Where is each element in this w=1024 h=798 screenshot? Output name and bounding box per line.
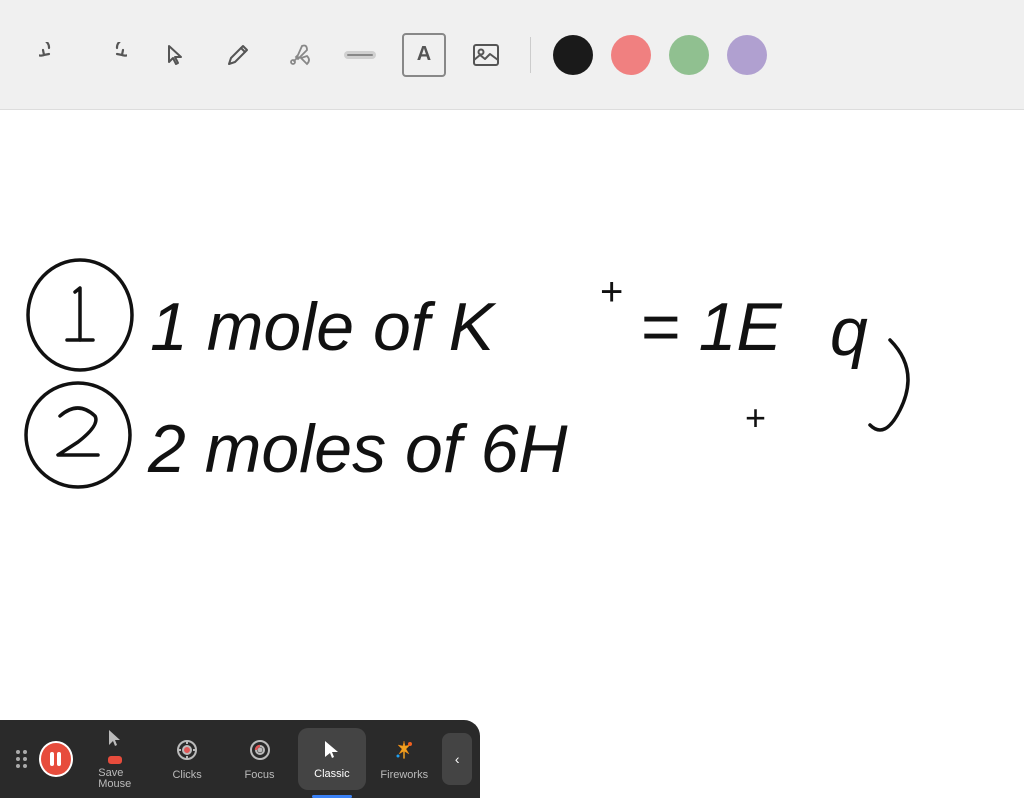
nav-item-focus[interactable]: Focus [225, 728, 293, 790]
fireworks-icon [392, 738, 416, 766]
redo-button[interactable] [92, 33, 136, 77]
clicks-icon [175, 738, 199, 766]
clicks-label: Clicks [172, 770, 201, 781]
save-mouse-icon [104, 728, 126, 754]
pencil-button[interactable] [216, 33, 260, 77]
image-button[interactable] [464, 33, 508, 77]
color-pink[interactable] [611, 35, 651, 75]
text-button[interactable]: A [402, 33, 446, 77]
separator [530, 37, 531, 73]
fireworks-label: Fireworks [380, 770, 428, 781]
nav-item-fireworks[interactable]: Fireworks [370, 728, 438, 790]
collapse-button[interactable]: ‹ [442, 733, 472, 785]
svg-text:+: + [600, 270, 623, 314]
grid-dots[interactable] [8, 750, 35, 768]
chevron-left-icon: ‹ [455, 751, 460, 767]
bottom-bar: SaveMouse Clicks Focus [0, 720, 480, 798]
cursor-button[interactable] [154, 33, 198, 77]
svg-text:+: + [745, 397, 766, 438]
stop-dot [108, 756, 122, 764]
undo-button[interactable] [30, 33, 74, 77]
classic-label: Classic [314, 769, 349, 780]
nav-item-save-mouse[interactable]: SaveMouse [81, 728, 149, 790]
highlight-button[interactable] [340, 33, 384, 77]
nav-item-classic[interactable]: Classic [298, 728, 366, 790]
classic-icon [321, 739, 343, 765]
canvas-area[interactable]: 1 mole of K + = 1E q 2 moles of 6H + [0, 110, 1024, 720]
svg-text:q: q [830, 294, 868, 370]
focus-icon [248, 738, 272, 766]
focus-label: Focus [245, 770, 275, 781]
svg-text:1 mole of K: 1 mole of K [150, 289, 497, 365]
color-purple[interactable] [727, 35, 767, 75]
color-black[interactable] [553, 35, 593, 75]
nav-item-clicks[interactable]: Clicks [153, 728, 221, 790]
color-green[interactable] [669, 35, 709, 75]
svg-text:2 moles of 6H: 2 moles of 6H [147, 411, 568, 487]
pause-record-button[interactable] [39, 741, 73, 777]
toolbar: A [0, 0, 1024, 110]
save-mouse-label: SaveMouse [98, 768, 131, 790]
svg-text:= 1E: = 1E [640, 289, 782, 365]
tools-button[interactable] [278, 33, 322, 77]
